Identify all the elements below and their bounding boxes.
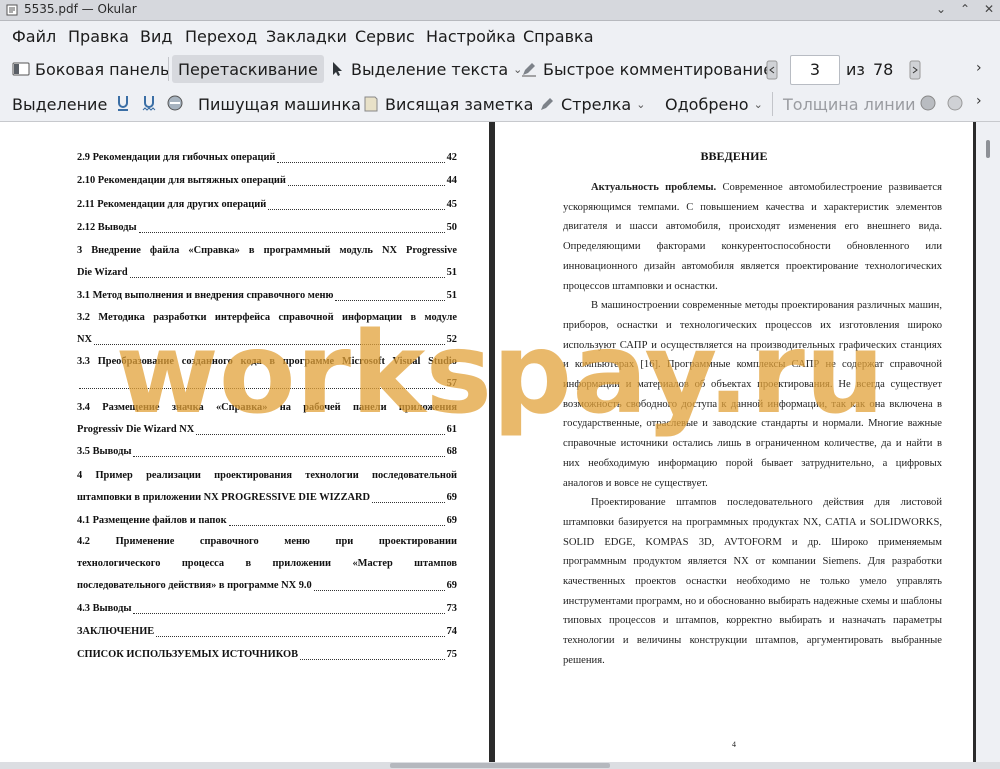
toolbar-overflow-icon[interactable]: › — [976, 93, 982, 109]
quick-comment-label: Быстрое комментирование — [543, 59, 774, 79]
pen-icon — [541, 98, 553, 110]
page-of-label: из — [846, 60, 865, 79]
toc-entry[interactable]: СПИСОК ИСПОЛЬЗУЕМЫХ ИСТОЧНИКОВ 75 — [77, 644, 457, 666]
note-icon — [364, 96, 378, 112]
document-page-right: ВВЕДЕНИЕ Актуальность проблемы. Современ… — [495, 122, 973, 762]
close-icon[interactable]: ✕ — [982, 2, 996, 16]
sticky-note-button[interactable]: Висящая заметка — [362, 90, 533, 118]
toc-entry[interactable]: 4 Пример реализации проектирования техно… — [77, 465, 457, 509]
previous-page-icon[interactable] — [766, 60, 778, 80]
toc-entry[interactable]: 2.12 Выводы 50 — [77, 217, 457, 239]
page-number: 4 — [732, 740, 736, 749]
text-select-label: Выделение текста — [351, 59, 509, 79]
toc-entry[interactable]: 4.1 Размещение файлов и папок 69 — [77, 510, 457, 532]
highlight-button[interactable]: Выделение — [12, 90, 107, 118]
document-viewport[interactable]: 2.9 Рекомендации для гибочных операций 42… — [0, 122, 1000, 762]
typewriter-label: Пишущая машинка — [198, 94, 361, 114]
pen-icon — [522, 63, 536, 77]
sticky-note-label: Висящая заметка — [385, 94, 534, 114]
stamp-label: Одобрено — [665, 94, 749, 114]
drag-mode-label: Перетаскивание — [178, 59, 318, 79]
okular-icon — [6, 4, 18, 16]
arrow-button[interactable]: Стрелка ⌄ — [538, 90, 645, 118]
sidebar-label: Боковая панель — [35, 59, 170, 79]
page-edge — [973, 122, 976, 762]
menu-tools[interactable]: Сервис — [355, 27, 415, 46]
toc-entry[interactable]: 2.11 Рекомендации для других операций 45 — [77, 194, 457, 216]
cursor-icon — [333, 62, 342, 76]
next-page-icon[interactable] — [909, 60, 921, 80]
toc-entry[interactable]: 3.5 Выводы 68 — [77, 441, 457, 463]
menu-edit[interactable]: Правка — [68, 27, 129, 46]
menu-bar: Файл Правка Вид Переход Закладки Сервис … — [0, 21, 1000, 51]
strikeout-icon[interactable] — [167, 94, 183, 112]
toolbar-overflow-icon[interactable]: › — [976, 60, 982, 76]
text-select-button[interactable]: Выделение текста ⌄ — [328, 55, 522, 83]
menu-settings[interactable]: Настройка — [426, 27, 516, 46]
window-title: 5535.pdf — Okular — [24, 2, 137, 16]
toc-entry[interactable]: 3.3 Преобразование созданного кода в про… — [77, 351, 457, 395]
line-width-label: Толщина линии — [783, 94, 916, 114]
paragraph: В машиностроении современные методы прое… — [563, 300, 942, 489]
toc-entry[interactable]: 4.2 Применение справочного меню при прое… — [77, 531, 457, 597]
sidebar-button[interactable]: Боковая панель — [12, 55, 169, 83]
vertical-scrollbar[interactable] — [982, 122, 998, 762]
toc-entry[interactable]: 3.1 Метод выполнения и внедрения справоч… — [77, 285, 457, 307]
page-heading: ВВЕДЕНИЕ — [700, 149, 768, 163]
typewriter-button[interactable]: Пишущая машинка — [198, 90, 361, 118]
menu-help[interactable]: Справка — [523, 27, 594, 46]
horizontal-scrollbar[interactable] — [0, 762, 1000, 769]
squiggle-icon[interactable] — [142, 94, 156, 112]
horizontal-scroll-thumb[interactable] — [390, 763, 610, 768]
highlight-label: Выделение — [12, 94, 108, 114]
toc-entry[interactable]: ЗАКЛЮЧЕНИЕ 74 — [77, 621, 457, 643]
underline-icon[interactable] — [116, 94, 130, 112]
annotation-toolbar: Выделение Пишущая машинка Висящая заметк… — [0, 87, 1000, 122]
document-page-left: 2.9 Рекомендации для гибочных операций 42… — [0, 122, 489, 762]
toc-entry[interactable]: 3.4 Размещение значка «Справка» на рабоч… — [77, 397, 457, 441]
line-width-button[interactable]: Толщина линии — [783, 90, 916, 118]
menu-bookmarks[interactable]: Закладки — [266, 27, 347, 46]
menu-view[interactable]: Вид — [140, 27, 172, 46]
toc-entry[interactable]: 3.2 Методика разработки интерфейса справ… — [77, 307, 457, 351]
toc-entry[interactable]: 4.3 Выводы 73 — [77, 598, 457, 620]
stamp-approved-button[interactable]: Одобрено ⌄ — [665, 90, 763, 118]
maximize-icon[interactable]: ⌃ — [958, 2, 972, 16]
arrow-label: Стрелка — [561, 94, 632, 114]
menu-go[interactable]: Переход — [185, 27, 257, 46]
sidebar-icon — [12, 62, 30, 76]
opacity-icon[interactable] — [946, 94, 964, 112]
page-body-text: Актуальность проблемы. Современное автом… — [563, 178, 942, 671]
page-number-input[interactable]: 3 — [790, 55, 840, 85]
title-bar: 5535.pdf — Okular ⌄ ⌃ ✕ — [0, 0, 1000, 21]
page-total: 78 — [873, 60, 894, 79]
quick-comment-button[interactable]: Быстрое комментирование — [520, 55, 773, 83]
toc-entry[interactable]: 2.10 Рекомендации для вытяжных операций 4… — [77, 170, 457, 192]
chevron-down-icon[interactable]: ⌄ — [754, 98, 763, 111]
toc-entry[interactable]: 3 Внедрение файла «Справка» в программны… — [77, 240, 457, 284]
toc-entry[interactable]: 2.9 Рекомендации для гибочных операций 42 — [77, 147, 457, 169]
color-icon[interactable] — [919, 94, 937, 112]
drag-mode-button[interactable]: Перетаскивание — [172, 55, 324, 83]
menu-file[interactable]: Файл — [12, 27, 56, 46]
chevron-down-icon[interactable]: ⌄ — [636, 98, 645, 111]
paragraph: Проектирование штампов последовательного… — [563, 497, 942, 666]
minimize-icon[interactable]: ⌄ — [934, 2, 948, 16]
scrollbar-thumb[interactable] — [986, 140, 990, 158]
paragraph: Актуальность проблемы. Современное автом… — [563, 182, 943, 292]
